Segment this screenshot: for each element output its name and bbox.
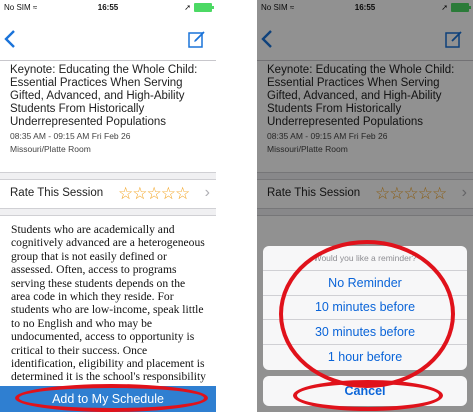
nav-bar	[0, 14, 216, 60]
red-highlight-ellipse	[293, 380, 443, 411]
session-header: Keynote: Educating the Whole Child: Esse…	[10, 64, 208, 155]
reminder-screen: No SIM ≈ 16:55 ➚ Keynote: Educating the …	[257, 0, 473, 412]
nav-divider	[0, 60, 216, 61]
session-time: 08:35 AM - 09:15 AM Fri Feb 26	[10, 131, 131, 141]
rate-session-label: Rate This Session	[10, 187, 104, 199]
compose-icon[interactable]	[188, 30, 206, 48]
back-chevron-icon[interactable]	[4, 30, 16, 48]
session-room: Missouri/Platte Room	[10, 144, 91, 154]
star-rating-icons[interactable]: ☆☆☆☆☆	[118, 184, 190, 204]
wifi-icon: ≈	[32, 2, 38, 12]
chevron-right-icon: ›	[204, 184, 210, 201]
session-title: Keynote: Educating the Whole Child: Esse…	[10, 64, 198, 128]
session-description: Students who are academically and cognit…	[11, 223, 206, 410]
status-bar: No SIM ≈ 16:55 ➚	[0, 0, 216, 14]
red-highlight-ellipse	[279, 240, 455, 388]
red-highlight-ellipse	[15, 384, 208, 412]
location-icon: ➚	[184, 2, 191, 12]
section-separator	[0, 208, 216, 216]
session-detail-screen: No SIM ≈ 16:55 ➚ Keynote: Educating the …	[0, 0, 216, 412]
carrier-label: No SIM ≈	[4, 2, 38, 12]
battery-icon	[194, 2, 214, 12]
rate-session-row[interactable]: Rate This Session ☆☆☆☆☆ ›	[0, 178, 216, 208]
